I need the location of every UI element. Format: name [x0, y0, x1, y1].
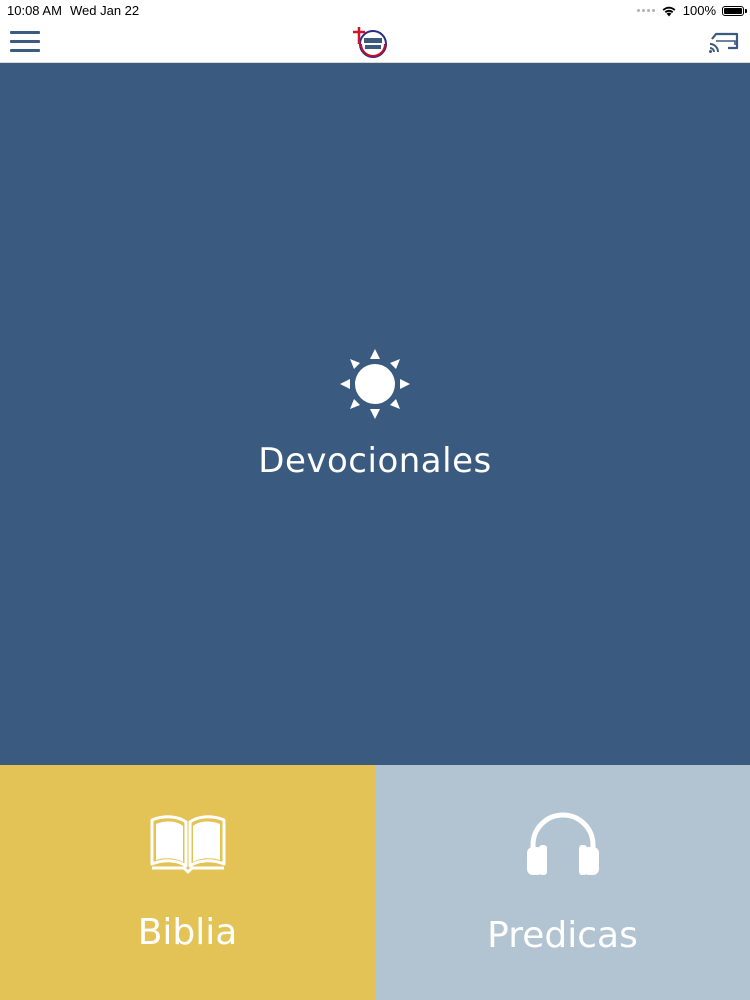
devocionales-label: Devocionales [258, 441, 492, 481]
biblia-label: Biblia [137, 912, 238, 953]
battery-icon [722, 5, 747, 16]
church-logo-icon [353, 27, 387, 58]
cast-icon[interactable] [708, 31, 740, 55]
open-book-icon [150, 815, 225, 874]
devocionales-tile[interactable]: Devocionales [0, 63, 750, 765]
sun-icon [340, 349, 410, 419]
cellular-signal-icon [636, 9, 655, 12]
headphones-icon [526, 812, 599, 875]
status-time: 10:08 AM [7, 3, 62, 18]
predicas-tile[interactable]: Predicas [375, 765, 750, 1000]
hamburger-menu-icon[interactable] [10, 31, 40, 53]
predicas-label: Predicas [487, 915, 638, 956]
status-bar: 10:08 AM Wed Jan 22 100% [0, 0, 750, 22]
wifi-icon [662, 6, 676, 16]
status-date: Wed Jan 22 [70, 3, 140, 18]
battery-percent: 100% [682, 3, 716, 18]
biblia-tile[interactable]: Biblia [0, 765, 375, 1000]
navigation-bar [0, 22, 750, 63]
status-indicators: 100% [636, 3, 747, 18]
